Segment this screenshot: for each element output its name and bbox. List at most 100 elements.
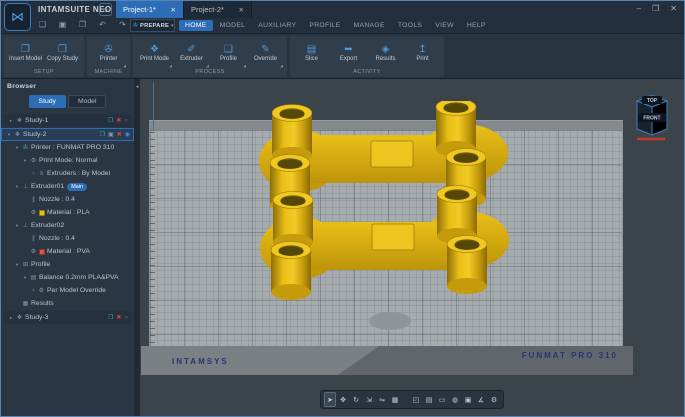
menu-view[interactable]: VIEW (429, 20, 460, 31)
delete-study-icon[interactable]: ✖ (117, 131, 122, 138)
scale-tool-button[interactable]: ⇲ (363, 392, 375, 407)
model-2[interactable] (260, 186, 509, 301)
plate-tool-button[interactable]: ▭ (436, 392, 448, 407)
menu-manage[interactable]: MANAGE (348, 20, 391, 31)
view-cube-front-label[interactable]: FRONT (643, 116, 660, 122)
copy-study-button[interactable]: ❐ Copy Study (44, 37, 81, 68)
tree-item-material-pva[interactable]: ⚙ Material : PVA (1, 245, 134, 258)
tree-item-printer[interactable]: ▾ ✇ Printer : FUNMAT PRO 310 (1, 141, 134, 154)
tab-model[interactable]: Model (68, 95, 107, 108)
list-icon: ≡ (37, 171, 46, 177)
tree-item-material-pla[interactable]: ⚙ Material : PLA (1, 206, 134, 219)
expander-icon[interactable]: ▾ (13, 223, 21, 229)
tab-study[interactable]: Study (29, 95, 66, 108)
active-study-target-icon[interactable]: ◉ (125, 131, 130, 138)
layers-tool-button[interactable]: ▤ (423, 392, 435, 407)
delete-study-icon[interactable]: ✖ (116, 117, 121, 124)
expander-icon[interactable]: ▾ (13, 262, 21, 268)
active-study-radio-icon[interactable]: ○ (124, 315, 128, 321)
viewport-3d[interactable]: INTAMSYS FUNMAT PRO 310 TOP FRONT ➤ ✥ ↻ … (140, 79, 684, 416)
override-button[interactable]: ✎ Override ◢ (247, 37, 284, 68)
tab-project-1[interactable]: Project-1* ✕ (116, 1, 184, 18)
results-button[interactable]: ◈ Results (367, 37, 404, 68)
printer-icon: ✇ (21, 144, 30, 151)
study-box-icon[interactable]: ▣ (108, 131, 114, 138)
mirror-tool-button[interactable]: ⇋ (376, 392, 388, 407)
plate-brand-funmat: FUNMAT PRO 310 (522, 351, 618, 360)
expander-icon[interactable]: ▾ (13, 145, 21, 151)
printer-button[interactable]: ✇ Printer ◢ (90, 37, 127, 68)
support-tool-button[interactable]: ▦ (389, 392, 401, 407)
tree-item-per-model-override[interactable]: └ ⚙ Per Model Override (1, 284, 134, 297)
copy-icon[interactable]: ❐ (77, 20, 88, 29)
tree-item-nozzle-1[interactable]: ∥ Nozzle : 0.4 (1, 193, 134, 206)
home-button[interactable]: ⌂ (99, 3, 112, 16)
copy-study-icon[interactable]: ❐ (100, 131, 105, 138)
print-mode-button[interactable]: ❖ Print Mode ◢ (136, 37, 173, 68)
profile-button[interactable]: ❑ Profile ◢ (210, 37, 247, 68)
expander-icon[interactable]: ▾ (21, 158, 29, 164)
mode-select-dropdown[interactable]: ✇ PREPARE ▾ (130, 19, 175, 32)
tree-item-study-1[interactable]: ▸ ❖ Study-1 ❐ ✖ ○ (3, 114, 132, 127)
measure-tool-button[interactable]: ∡ (475, 392, 487, 407)
tree-item-results[interactable]: ▦ Results (1, 297, 134, 310)
close-button[interactable]: ✕ (670, 4, 677, 13)
delete-study-icon[interactable]: ✖ (116, 314, 121, 321)
undo-icon[interactable]: ↶ (97, 20, 108, 29)
menu-home[interactable]: HOME (179, 20, 213, 31)
print-button[interactable]: ↥ Print (404, 37, 441, 68)
expander-icon[interactable]: ▸ (7, 315, 15, 321)
expander-icon[interactable]: ▸ (7, 118, 15, 124)
view-cube-top-label[interactable]: TOP (647, 98, 658, 104)
maximize-button[interactable]: ❐ (652, 4, 659, 13)
rotate-tool-button[interactable]: ↻ (350, 392, 362, 407)
tab-close-icon[interactable]: ✕ (171, 6, 176, 14)
settings-tool-button[interactable]: ⚙ (488, 392, 500, 407)
copy-study-icon[interactable]: ❐ (108, 314, 113, 321)
menu-profile[interactable]: PROFILE (303, 20, 346, 31)
app-logo[interactable]: ⋈ (4, 3, 31, 31)
save-icon[interactable]: ▣ (57, 20, 68, 29)
build-plate-apron: INTAMSYS FUNMAT PRO 310 (141, 346, 633, 375)
menu-tools[interactable]: TOOLS (392, 20, 428, 31)
tree-item-nozzle-2[interactable]: ∥ Nozzle : 0.4 (1, 232, 134, 245)
view-cube[interactable]: TOP FRONT (631, 88, 673, 142)
insert-model-icon: ❒ (21, 44, 30, 55)
expander-icon[interactable]: ▾ (13, 184, 21, 190)
active-study-radio-icon[interactable]: ○ (124, 118, 128, 124)
tab-close-icon[interactable]: ✕ (239, 6, 244, 14)
nozzle-icon: ∥ (29, 196, 38, 203)
slice-button[interactable]: ▤ Slice (293, 37, 330, 68)
machine-tool-button[interactable]: ▣ (462, 392, 474, 407)
menu-help[interactable]: HELP (461, 20, 492, 31)
expander-icon[interactable]: ▾ (5, 132, 13, 138)
tree-item-study-2[interactable]: ▾ ❖ Study-2 ❐ ▣ ✖ ◉ (1, 128, 134, 141)
tree-item-profile-balance[interactable]: ▾ ▤ Balance 0.2mm PLA&PVA (1, 271, 134, 284)
menu-model[interactable]: MODEL (214, 20, 252, 31)
insert-model-button[interactable]: ❒ Insert Model (7, 37, 44, 68)
tree-item-extruders-mapping[interactable]: └ ≡ Extruders : By Model (1, 167, 134, 180)
tree-item-profile[interactable]: ▾ ⊞ Profile (1, 258, 134, 271)
copy-study-icon[interactable]: ❐ (108, 117, 113, 124)
collapse-panel-icon[interactable]: ◂ (136, 84, 139, 90)
export-button[interactable]: ➥ Export (330, 37, 367, 68)
tree-item-extruder01[interactable]: ▾ ⊥ Extruder01 Main (1, 180, 134, 193)
menu-auxiliary[interactable]: AUXILIARY (252, 20, 302, 31)
extruder-button[interactable]: ✐ Extruder ◢ (173, 37, 210, 68)
tree-item-extruder02[interactable]: ▾ ⊥ Extruder02 (1, 219, 134, 232)
title-bar: ⋈ INTAMSUITE NEO ⌂ Project-1* ✕ Project-… (1, 1, 684, 18)
tree-item-study-3[interactable]: ▸ ❖ Study-3 ❐ ✖ ○ (3, 311, 132, 324)
app-window: ⋈ INTAMSUITE NEO ⌂ Project-1* ✕ Project-… (0, 0, 685, 417)
tree-item-print-mode[interactable]: ▾ ⚙ Print Mode: Normal (1, 154, 134, 167)
tab-project-2[interactable]: Project-2* ✕ (184, 1, 252, 18)
rotate-tool-icon: ↻ (353, 396, 359, 404)
arrange-tool-button[interactable]: ◰ (410, 392, 422, 407)
move-tool-button[interactable]: ✥ (337, 392, 349, 407)
study-icon: ❖ (15, 117, 24, 124)
expander-icon[interactable]: ▾ (21, 275, 29, 281)
select-tool-button[interactable]: ➤ (324, 392, 336, 407)
new-icon[interactable]: ❏ (37, 20, 48, 29)
minimize-button[interactable]: – (637, 4, 641, 13)
redo-icon[interactable]: ↷ (117, 20, 128, 29)
preview-tool-button[interactable]: ◍ (449, 392, 461, 407)
